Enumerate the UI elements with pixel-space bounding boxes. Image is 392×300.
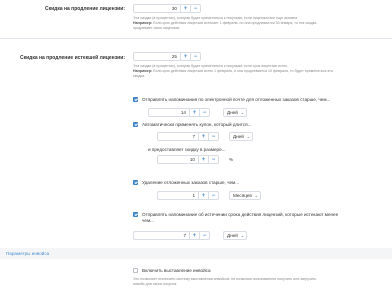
expired-extension-label: Скидка на продление истекшей лицензии: bbox=[19, 55, 125, 61]
chevron-down-icon: ⌄ bbox=[246, 134, 250, 139]
chevron-down-icon: ⌄ bbox=[254, 193, 258, 198]
minus-icon[interactable]: − bbox=[190, 5, 200, 12]
expiring-reminder-label: Отправлять напоминание об истечении срок… bbox=[142, 212, 339, 223]
chevron-down-icon: ⌄ bbox=[240, 233, 244, 238]
plus-icon[interactable]: + bbox=[189, 109, 199, 116]
auto-coupon-value[interactable]: 7 bbox=[158, 133, 198, 140]
expired-extension-stepper[interactable]: 25 + − bbox=[133, 52, 201, 61]
plus-icon[interactable]: + bbox=[198, 156, 208, 163]
license-extension-stepper[interactable]: 30 + − bbox=[133, 4, 201, 13]
abandoned-reminder-label: Отправлять напоминания по электронной по… bbox=[142, 97, 331, 102]
delete-abandoned-stepper[interactable]: 1 + − bbox=[157, 191, 219, 200]
delete-abandoned-checkbox[interactable] bbox=[133, 180, 138, 185]
auto-coupon-unit-select[interactable]: Дней ⌄ bbox=[229, 132, 253, 141]
auto-coupon-label: Автоматически применять купон, который д… bbox=[142, 122, 252, 127]
invoice-checkbox[interactable] bbox=[133, 268, 138, 273]
delete-abandoned-unit-select[interactable]: Месяцев ⌄ bbox=[229, 191, 261, 200]
discount-stepper[interactable]: 10 + − bbox=[157, 155, 219, 164]
invoice-help: Это позволяет отключить систему выставле… bbox=[133, 277, 317, 286]
discount-label: и предоставляет скидку в размере... bbox=[148, 147, 226, 152]
invoice-section-title: Параметры инвойса bbox=[6, 251, 50, 256]
expiring-reminder-unit-select[interactable]: Дней ⌄ bbox=[223, 231, 247, 240]
plus-icon[interactable]: + bbox=[198, 192, 208, 199]
minus-icon[interactable]: − bbox=[199, 109, 209, 116]
expiring-reminder-stepper[interactable]: 7 + − bbox=[133, 231, 210, 240]
plus-icon[interactable]: + bbox=[198, 133, 208, 140]
minus-icon[interactable]: − bbox=[208, 192, 218, 199]
invoice-label: Включить выставление инвойса bbox=[142, 268, 211, 273]
plus-icon[interactable]: + bbox=[180, 5, 190, 12]
minus-icon[interactable]: − bbox=[208, 156, 218, 163]
minus-icon[interactable]: − bbox=[199, 232, 209, 239]
abandoned-reminder-checkbox[interactable] bbox=[133, 97, 138, 102]
plus-icon[interactable]: + bbox=[189, 232, 199, 239]
auto-coupon-stepper[interactable]: 7 + − bbox=[157, 132, 219, 141]
expired-extension-value[interactable]: 25 bbox=[134, 53, 180, 60]
chevron-down-icon: ⌄ bbox=[240, 110, 244, 115]
delete-abandoned-value[interactable]: 1 bbox=[158, 192, 198, 199]
abandoned-reminder-unit-select[interactable]: Дней ⌄ bbox=[223, 108, 247, 117]
percent-sign: % bbox=[229, 157, 234, 162]
license-extension-help: Эта скидка (в процентах), которая будет … bbox=[133, 16, 317, 30]
plus-icon[interactable]: + bbox=[180, 53, 190, 60]
expiring-reminder-value[interactable]: 7 bbox=[134, 232, 189, 239]
license-extension-value[interactable]: 30 bbox=[134, 5, 180, 12]
auto-coupon-checkbox[interactable] bbox=[133, 122, 138, 127]
abandoned-reminder-value[interactable]: 14 bbox=[149, 109, 189, 116]
minus-icon[interactable]: − bbox=[190, 53, 200, 60]
expired-extension-help: Эта скидка (в процентах), которая будет … bbox=[133, 64, 333, 78]
discount-value[interactable]: 10 bbox=[158, 156, 198, 163]
expiring-reminder-checkbox[interactable] bbox=[133, 212, 138, 217]
divider bbox=[0, 38, 392, 39]
license-extension-label: Скидка на продление лицензии: bbox=[44, 6, 125, 12]
delete-abandoned-label: Удаление отложенных заказов старше, чем.… bbox=[142, 180, 240, 185]
abandoned-reminder-stepper[interactable]: 14 + − bbox=[148, 108, 210, 117]
minus-icon[interactable]: − bbox=[208, 133, 218, 140]
